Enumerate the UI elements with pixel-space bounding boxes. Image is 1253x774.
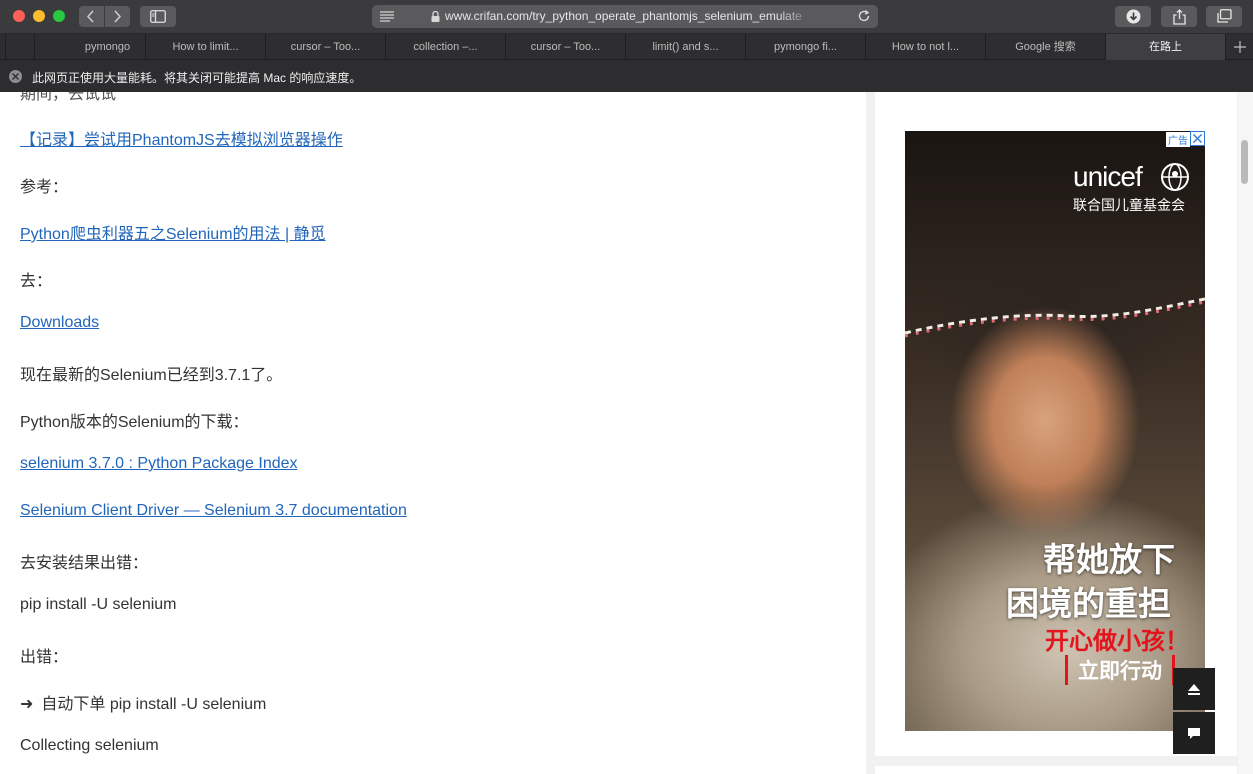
tab-label: How to limit...: [172, 41, 239, 53]
tab-label: 在路上: [1149, 41, 1182, 53]
scroll-to-top-button[interactable]: [1173, 668, 1215, 710]
show-all-tabs-button[interactable]: [1206, 6, 1242, 27]
close-icon: [1193, 134, 1202, 143]
article-text: 参考：: [20, 179, 69, 196]
browser-toolbar: www.crifan.com/try_python_operate_phanto…: [0, 0, 1253, 34]
tab-label: collection –...: [413, 41, 478, 53]
bead-string-decoration: [905, 297, 1205, 338]
tab-label: Google 搜索: [1015, 41, 1076, 53]
tab-label: How to not l...: [891, 41, 960, 53]
reader-view-icon[interactable]: [380, 11, 394, 22]
plus-icon: [1234, 41, 1246, 53]
downloads-button[interactable]: [1115, 6, 1151, 27]
tab-label: cursor – Too...: [290, 41, 361, 53]
article-text: 出错：: [20, 649, 69, 666]
window-zoom-button[interactable]: [53, 10, 65, 22]
tab-active[interactable]: 在路上: [1105, 34, 1225, 60]
notice-text: 此网页正使用大量能耗。将其关闭可能提高 Mac 的响应速度。: [32, 71, 362, 85]
downloads-link[interactable]: Downloads: [20, 314, 99, 332]
brand-logo-text: unicef: [1073, 161, 1143, 192]
article-text: 自动下单 pip install -U selenium: [41, 696, 267, 713]
reload-icon[interactable]: [857, 9, 871, 23]
tab[interactable]: limit() and s...: [625, 34, 745, 60]
article-text: Python版本的Selenium的下载：: [20, 414, 249, 431]
article-text: 现在最新的Selenium已经到3.7.1了。: [20, 367, 283, 384]
article-link[interactable]: 【记录】尝试用PhantomJS去模拟浏览器操作: [20, 126, 343, 150]
forward-button[interactable]: [105, 6, 130, 27]
energy-notice-bar: 此网页正使用大量能耗。将其关闭可能提高 Mac 的响应速度。: [0, 60, 1253, 92]
share-icon: [1173, 9, 1186, 25]
page-scrollbar[interactable]: [1238, 92, 1253, 774]
tab[interactable]: cursor – Too...: [505, 34, 625, 60]
tab-label: pymongo fi...: [774, 41, 837, 53]
unicef-ad-banner[interactable]: 广告 unicef 联合国儿童基金会 帮她放下 困境的重担 开心做小孩！ 立即行…: [905, 131, 1205, 731]
url-text: www.crifan.com/try_python_operate_phanto…: [445, 9, 817, 23]
download-icon: [1126, 9, 1141, 24]
tab-pinned[interactable]: [5, 34, 34, 60]
chevron-right-icon: [114, 10, 122, 23]
article-text: 去安装结果出错：: [20, 555, 149, 572]
lock-icon: [431, 11, 440, 22]
sidebar-toggle-button[interactable]: [140, 6, 176, 27]
notice-close-button[interactable]: [9, 70, 22, 83]
tab-bar: pymongo How to limit... cursor – Too... …: [0, 34, 1253, 60]
article-link[interactable]: Selenium Client Driver — Selenium 3.7 do…: [20, 502, 407, 520]
ad-cta-button[interactable]: 立即行动: [1065, 655, 1175, 685]
close-icon: [12, 73, 19, 80]
sidebar-icon: [150, 10, 166, 23]
tab[interactable]: pymongo fi...: [745, 34, 865, 60]
window-minimize-button[interactable]: [33, 10, 45, 22]
article-link[interactable]: Python爬虫利器五之Selenium的用法 | 静觅: [20, 220, 326, 244]
article-text: Collecting selenium: [20, 737, 159, 754]
tab-label: pymongo: [84, 41, 131, 53]
article-text: 去：: [20, 273, 53, 290]
chevron-left-icon: [86, 10, 94, 23]
partial-text: 期间，去试试: [20, 92, 117, 103]
tab[interactable]: pymongo: [34, 34, 145, 60]
tab[interactable]: cursor – Too...: [265, 34, 385, 60]
sidebar-widget: [875, 766, 1237, 774]
ad-headline: 困境的重担: [1006, 585, 1171, 622]
tabs-overview-icon: [1217, 9, 1232, 23]
tab[interactable]: How to not l...: [865, 34, 985, 60]
article-body: 期间，去试试 【记录】尝试用PhantomJS去模拟浏览器操作 参考： Pyth…: [0, 92, 866, 774]
arrow-icon: ➜: [20, 696, 34, 713]
comment-button[interactable]: [1173, 712, 1215, 754]
speech-bubble-icon: [1188, 728, 1200, 739]
share-button[interactable]: [1161, 6, 1197, 27]
tab[interactable]: collection –...: [385, 34, 505, 60]
eject-up-icon: [1188, 684, 1200, 695]
window-close-button[interactable]: [13, 10, 25, 22]
tab-label: limit() and s...: [652, 41, 719, 53]
new-tab-button[interactable]: [1225, 34, 1253, 60]
back-button[interactable]: [79, 6, 104, 27]
ad-close-button[interactable]: [1190, 131, 1205, 146]
ad-headline: 帮她放下: [1043, 541, 1175, 578]
arrow-text-line: ➜ 自动下单 pip install -U selenium: [20, 690, 266, 714]
ad-label: 广告: [1166, 132, 1190, 147]
scrollbar-thumb[interactable]: [1241, 140, 1248, 184]
tab-label: cursor – Too...: [530, 41, 601, 53]
tab[interactable]: How to limit...: [145, 34, 265, 60]
address-bar[interactable]: www.crifan.com/try_python_operate_phanto…: [372, 5, 878, 28]
article-link[interactable]: selenium 3.7.0 : Python Package Index: [20, 455, 298, 473]
code-text: pip install -U selenium: [20, 596, 177, 613]
brand-subtitle: 联合国儿童基金会: [1073, 197, 1185, 213]
tab[interactable]: Google 搜索: [985, 34, 1105, 60]
page-content: 期间，去试试 【记录】尝试用PhantomJS去模拟浏览器操作 参考： Pyth…: [0, 92, 1253, 774]
ad-subheadline: 开心做小孩！: [1045, 628, 1189, 655]
unicef-globe-icon: [1161, 163, 1189, 191]
